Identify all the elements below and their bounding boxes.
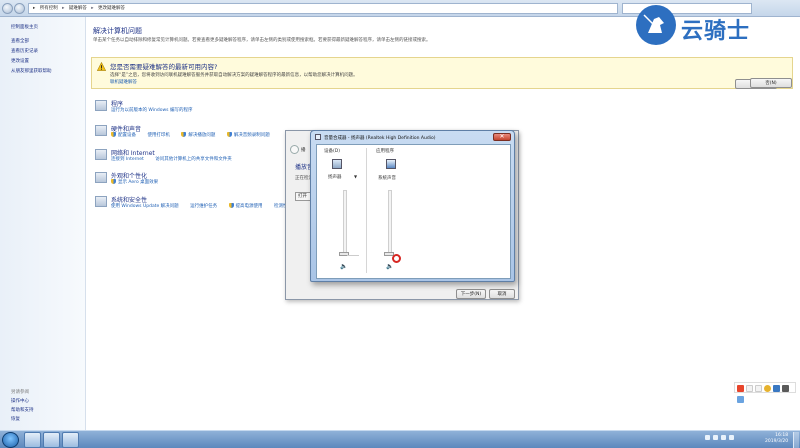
page-description: 单击某个任务以自动排除和修复常见计算机问题。若要查看更多疑难解答程序，请单击左侧… — [93, 38, 431, 43]
taskbar-clock[interactable]: 16:18 2019/3/20 — [765, 433, 788, 445]
close-icon[interactable]: ✕ — [493, 133, 511, 141]
mixer-window-icon — [315, 134, 321, 140]
breadcrumb-sep: ▸ — [91, 6, 94, 11]
section-divider — [366, 148, 367, 273]
breadcrumb[interactable]: ▸ 所有控制 ▸ 疑难解答 ▸ 更改疑难解答 — [28, 3, 618, 14]
device-volume-slider[interactable] — [343, 190, 347, 254]
category-link[interactable]: 连接到 Internet — [111, 157, 144, 162]
category-link[interactable]: 使用 Windows Update 解决问题 — [111, 204, 179, 209]
sidebar-link-settings[interactable]: 更改设置 — [11, 58, 52, 64]
slider-baseline — [347, 255, 359, 256]
update-notice: 您是否需要疑难解答的最新可用内容? 选择“是”之后，您将收到访问联机疑难解答服务… — [91, 57, 793, 89]
no-button[interactable]: 否(N) — [750, 78, 792, 88]
category-link[interactable]: 解决播放问题 — [188, 133, 215, 138]
tray-volume-icon[interactable] — [721, 435, 726, 440]
shield-icon — [111, 132, 116, 137]
app-name: 系统声音 — [378, 176, 396, 181]
category-link[interactable]: 运行维护任务 — [190, 204, 217, 209]
tray-lang-icon[interactable] — [729, 435, 734, 440]
breadcrumb-item[interactable]: 疑难解答 — [69, 6, 87, 11]
taskbar-app-icon[interactable] — [24, 432, 41, 448]
see-also-title: 另请参阅 — [11, 390, 29, 395]
forward-button[interactable] — [14, 3, 25, 14]
knight-icon — [636, 5, 676, 45]
chevron-down-icon[interactable]: ▼ — [354, 174, 357, 179]
volume-mixer-dialog: 音量合成器 - 扬声器 (Realtek High Definition Aud… — [310, 130, 515, 282]
breadcrumb-sep: ▸ — [33, 6, 36, 11]
taskbar-control-panel-icon[interactable] — [62, 432, 79, 448]
category-link[interactable]: 提高电源使用 — [236, 204, 263, 209]
next-button[interactable]: 下一步(N) — [456, 289, 486, 299]
notice-text: 选择“是”之后，您将收到访问联机疑难解答服务并获取自动解决方案的疑难解答程序的最… — [110, 73, 358, 78]
app-section-label: 应用程序 — [376, 149, 394, 154]
breadcrumb-sep: ▸ — [62, 6, 65, 11]
sidebar-link-view-all[interactable]: 查看全部 — [11, 38, 52, 44]
shield-icon — [111, 179, 116, 184]
device-mute-icon[interactable]: 🔈 — [340, 263, 347, 270]
breadcrumb-item[interactable]: 更改疑难解答 — [98, 6, 125, 11]
tray-flag-icon[interactable] — [705, 435, 710, 440]
system-sounds-icon[interactable] — [386, 159, 396, 169]
ime-punct-icon[interactable] — [755, 385, 762, 392]
sidebar: 控制面板主页 查看全部 查看历史记录 更改设置 从朋友那里获取帮助 另请参阅 操… — [0, 17, 86, 430]
mixer-panel: 设备(D) 应用程序 扬声器 ▼ 系统声音 🔈 🔈 — [316, 144, 511, 279]
printer-icon — [95, 125, 107, 136]
sidebar-link-history[interactable]: 查看历史记录 — [11, 48, 52, 54]
ime-skin-icon[interactable] — [737, 396, 744, 403]
network-icon — [95, 149, 107, 160]
sidebar-link-remote-help[interactable]: 从朋友那里获取帮助 — [11, 68, 52, 74]
troubleshooter-toolbar: 播 — [301, 148, 306, 153]
see-also-help-support[interactable]: 帮助和支持 — [11, 407, 34, 413]
see-also-recovery[interactable]: 恢复 — [11, 416, 34, 422]
speaker-device-icon[interactable] — [332, 159, 342, 169]
category-link[interactable]: 配置设备 — [118, 133, 136, 138]
system-security-icon — [95, 196, 107, 207]
page-title: 解决计算机问题 — [93, 27, 142, 35]
category-link[interactable]: 使用打印机 — [147, 133, 170, 138]
ime-mode-icon[interactable] — [746, 385, 753, 392]
notice-link[interactable]: 联机疑难解答 — [110, 79, 137, 85]
taskbar-folder-icon[interactable] — [43, 432, 60, 448]
sidebar-home-link[interactable]: 控制面板主页 — [11, 24, 38, 30]
breadcrumb-item[interactable]: 所有控制 — [40, 6, 58, 11]
app-mute-icon[interactable]: 🔈 — [386, 263, 393, 270]
ime-keyboard-icon[interactable] — [782, 385, 789, 392]
taskbar: 16:18 2019/3/20 — [0, 430, 800, 448]
tray-network-icon[interactable] — [713, 435, 718, 440]
watermark-logo: 云骑士 — [636, 5, 794, 47]
device-section-label: 设备(D) — [324, 149, 340, 154]
category-link[interactable]: 访问其他计算机上的共享文件和文件夹 — [155, 157, 232, 162]
shield-icon — [181, 132, 187, 137]
clock-date: 2019/3/20 — [765, 439, 789, 444]
shield-icon — [228, 203, 234, 208]
cancel-button[interactable]: 取消 — [489, 289, 515, 299]
shield-icon — [226, 132, 232, 137]
ime-toolbar[interactable] — [734, 382, 796, 403]
notice-question: 您是否需要疑难解答的最新可用内容? — [110, 63, 218, 71]
watermark-text: 云骑士 — [681, 19, 751, 44]
appearance-icon — [95, 172, 107, 183]
ime-logo-icon[interactable] — [737, 385, 744, 392]
category-link[interactable]: 解决音频录制问题 — [234, 133, 270, 138]
start-button[interactable] — [2, 432, 19, 448]
system-tray — [705, 435, 750, 445]
mixer-title: 音量合成器 - 扬声器 (Realtek High Definition Aud… — [324, 136, 436, 141]
back-button[interactable] — [2, 3, 13, 14]
cursor-highlight-icon — [392, 254, 401, 263]
device-name: 扬声器 — [328, 175, 342, 180]
category-link[interactable]: 运行为以前版本的 Windows 编写的程序 — [111, 108, 192, 113]
programs-icon — [95, 100, 107, 111]
see-also-action-center[interactable]: 操作中心 — [11, 398, 34, 404]
category-link[interactable]: 显示 Aero 桌面效果 — [118, 180, 158, 185]
ime-mic-icon[interactable] — [773, 385, 780, 392]
ime-emoji-icon[interactable] — [764, 385, 771, 392]
app-volume-slider[interactable] — [388, 190, 392, 254]
warning-icon — [97, 62, 106, 71]
show-desktop-button[interactable] — [793, 432, 799, 448]
back-arrow-button[interactable] — [290, 145, 299, 154]
